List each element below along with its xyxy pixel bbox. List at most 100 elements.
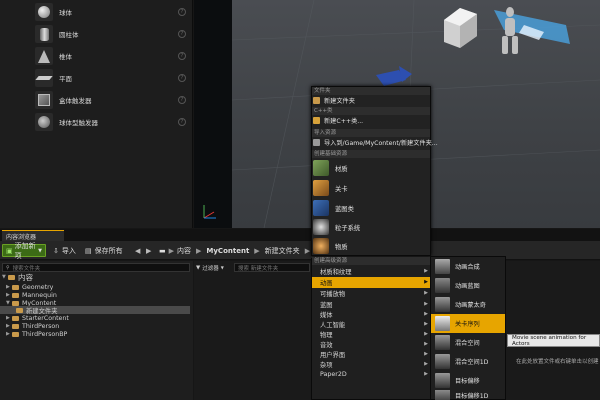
import-to-item[interactable]: 导入到/Game/MyContent/新建文件夹... xyxy=(313,137,438,148)
chevron-right-icon: ▶ xyxy=(424,268,428,275)
tree-item-startercontent[interactable]: ▶ StarterContent xyxy=(6,314,69,322)
add-new-button[interactable]: ▣ 添加新项 ▼ xyxy=(2,242,46,260)
adv-user-interface[interactable]: 用户界面 ▶ xyxy=(312,349,432,360)
new-cpp-class-item[interactable]: 新建C++类... xyxy=(313,115,363,126)
folder-icon xyxy=(313,97,320,104)
breadcrumb-sep-icon: ▶ xyxy=(196,246,202,255)
help-icon[interactable]: ? xyxy=(178,8,186,16)
back-button[interactable]: ◀ xyxy=(132,244,143,257)
chevron-right-icon: ▶ xyxy=(424,371,428,378)
anim-composite[interactable]: 动画合成 xyxy=(431,257,505,276)
adv-playables[interactable]: 可播放物 ▶ xyxy=(312,288,432,299)
help-icon[interactable]: ? xyxy=(178,96,186,104)
adv-sounds[interactable]: 音效 ▶ xyxy=(312,339,432,350)
tree-item-new-folder[interactable]: 新建文件夹 xyxy=(0,306,190,315)
adv-misc[interactable]: 杂项 ▶ xyxy=(312,359,432,370)
box-trigger-icon xyxy=(35,91,53,109)
folder-icon xyxy=(12,315,19,321)
help-icon[interactable]: ? xyxy=(178,52,186,60)
chevron-right-icon: ▶ xyxy=(424,279,428,286)
import-button[interactable]: ⇩ 导入 xyxy=(50,244,79,257)
place-item-cylinder[interactable]: 圆柱体 ? xyxy=(0,23,193,45)
forward-button[interactable]: ▶ xyxy=(143,244,154,257)
help-icon[interactable]: ? xyxy=(178,30,186,38)
place-item-cone[interactable]: 椎体 ? xyxy=(0,45,193,67)
section-cpp: C++类 xyxy=(312,107,430,115)
breadcrumb-item-new-folder[interactable]: 新建文件夹 xyxy=(265,246,300,256)
substance-icon xyxy=(313,238,329,254)
chevron-right-icon: ▶ xyxy=(424,290,428,297)
create-particle-system-item[interactable]: 粒子系统 xyxy=(313,217,360,237)
adv-materials-textures[interactable]: 材质和纹理 ▶ xyxy=(312,266,432,277)
breadcrumb-item-content[interactable]: 内容 xyxy=(177,246,191,256)
import-icon xyxy=(313,139,320,146)
create-level-item[interactable]: 关卡 xyxy=(313,178,348,198)
chevron-right-icon: ▶ xyxy=(424,311,428,318)
sphere-icon xyxy=(35,3,53,21)
cpp-class-icon xyxy=(313,117,320,124)
adv-media[interactable]: 媒体 ▶ xyxy=(312,309,432,320)
place-item-box-trigger[interactable]: 盒体触发器 ? xyxy=(0,89,193,111)
import-icon: ⇩ xyxy=(53,246,59,255)
folder-icon xyxy=(12,292,19,298)
chevron-right-icon: ▶ xyxy=(424,321,428,328)
adv-physics[interactable]: 物理 ▶ xyxy=(312,329,432,340)
chevron-right-icon: ▶ xyxy=(424,361,428,368)
section-folder: 文件夹 xyxy=(312,87,430,95)
asset-search-input[interactable]: 搜索 新建文件夹 xyxy=(234,263,310,272)
help-icon[interactable]: ? xyxy=(178,74,186,82)
save-all-button[interactable]: ▤ 保存所有 xyxy=(82,244,126,257)
plane-icon xyxy=(35,69,53,87)
anim-aim-offset[interactable]: 目标偏移 xyxy=(431,371,505,390)
plus-icon: ▣ xyxy=(6,246,13,255)
breadcrumb-sep-icon: ▶ xyxy=(304,246,311,255)
tree-item-geometry[interactable]: ▶ Geometry xyxy=(6,283,53,291)
folder-icon xyxy=(12,300,19,306)
chevron-down-icon: ▼ xyxy=(38,247,42,254)
anim-blueprint-icon xyxy=(435,278,450,293)
place-item-sphere-trigger[interactable]: 球体型触发器 ? xyxy=(0,111,193,133)
cylinder-icon xyxy=(35,25,53,43)
create-substance-item[interactable]: 物质 xyxy=(313,236,348,256)
folder-icon: ▬ xyxy=(159,246,166,255)
anim-montage[interactable]: 动画蒙太奇 xyxy=(431,295,505,314)
blend-space-icon xyxy=(435,335,450,350)
anim-composite-icon xyxy=(435,259,450,274)
adv-animation[interactable]: 动画 ▶ xyxy=(312,277,432,288)
adv-paper2d[interactable]: Paper2D ▶ xyxy=(312,369,432,380)
create-blueprint-class-item[interactable]: 蓝图类 xyxy=(313,198,354,218)
chevron-right-icon: ▶ xyxy=(424,351,428,358)
aim-offset-icon xyxy=(435,373,450,388)
tree-item-thirdpersonbp[interactable]: ▶ ThirdPersonBP xyxy=(6,330,67,338)
new-folder-item[interactable]: 新建文件夹 xyxy=(313,95,355,106)
breadcrumb-item-mycontent[interactable]: MyContent xyxy=(206,247,249,255)
chevron-down-icon: ▼ xyxy=(220,265,224,270)
anim-blueprint[interactable]: 动画蓝图 xyxy=(431,276,505,295)
filters-button[interactable]: ▼ 过滤器 ▼ xyxy=(196,263,232,272)
tree-item-mannequin[interactable]: ▶ Mannequin xyxy=(6,291,57,299)
save-icon: ▤ xyxy=(85,246,92,255)
tree-item-thirdperson[interactable]: ▶ ThirdPerson xyxy=(6,322,59,330)
create-material-item[interactable]: 材质 xyxy=(313,158,348,178)
drop-hint-text: 在此处放置文件或右键单击以创建 xyxy=(516,359,599,365)
place-item-plane[interactable]: 平面 ? xyxy=(0,67,193,89)
level-icon xyxy=(313,180,329,196)
chevron-right-icon: ▶ xyxy=(424,331,428,338)
tab-content-browser[interactable]: 内容浏览器 xyxy=(2,230,64,241)
place-item-sphere[interactable]: 球体 ? xyxy=(0,1,193,23)
anim-montage-icon xyxy=(435,297,450,312)
anim-level-sequence[interactable]: 关卡序列 xyxy=(431,314,505,333)
adv-ai[interactable]: 人工智能 ▶ xyxy=(312,319,432,330)
breadcrumb-sep-icon: ▶ xyxy=(168,246,175,255)
folder-icon xyxy=(12,284,19,290)
tree-item-root[interactable]: ▼ 内容 xyxy=(2,273,33,282)
blend-space-1d-icon xyxy=(435,354,450,369)
anim-blend-space[interactable]: 混合空间 xyxy=(431,333,505,352)
folder-icon xyxy=(16,307,23,313)
cone-icon xyxy=(35,47,53,65)
adv-blueprints[interactable]: 蓝图 ▶ xyxy=(312,299,432,310)
anim-aim-offset-1d[interactable]: 目标偏移1D xyxy=(431,390,505,400)
help-icon[interactable]: ? xyxy=(178,118,186,126)
section-advanced-assets: 创建高级资源 xyxy=(312,257,430,265)
anim-blend-space-1d[interactable]: 混合空间1D xyxy=(431,352,505,371)
